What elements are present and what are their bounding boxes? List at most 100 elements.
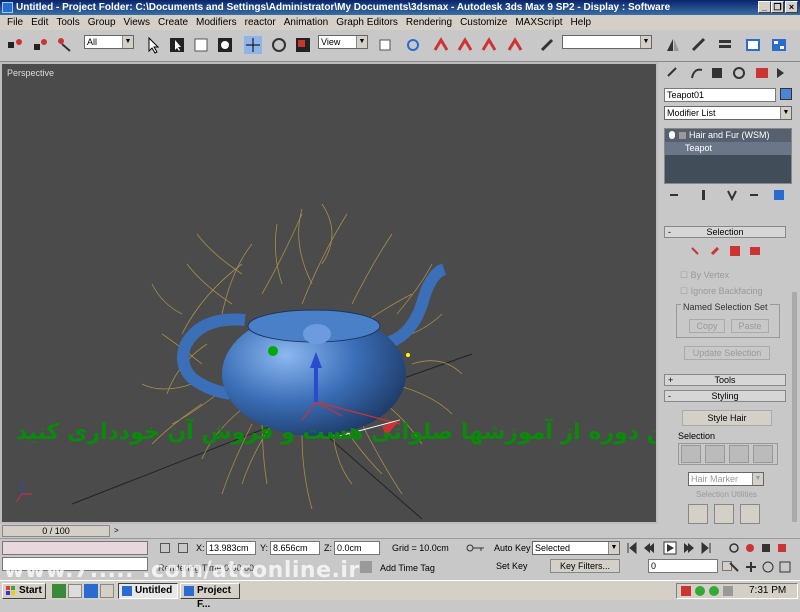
update-selection-button[interactable]: Update Selection [684, 346, 770, 360]
playback-controls[interactable] [626, 541, 718, 555]
absolute-mode-icon[interactable] [178, 543, 188, 553]
percent-snap-icon[interactable] [480, 36, 498, 54]
menu-group[interactable]: Group [84, 15, 120, 30]
menu-maxscript[interactable]: MAXScript [511, 15, 566, 30]
quick-launch-icon-1[interactable] [52, 584, 66, 598]
ignore-backfacing-checkbox[interactable]: ☐ Ignore Backfacing [680, 286, 763, 297]
manipulate-icon[interactable] [404, 36, 422, 54]
lock-selection-icon[interactable] [160, 543, 170, 553]
menu-help[interactable]: Help [567, 15, 596, 30]
tools-rollout-header[interactable]: + Tools [664, 374, 786, 386]
modifier-list-dropdown[interactable]: Modifier List ▼ [664, 106, 792, 120]
redo-icon[interactable] [32, 36, 50, 54]
next-frame-icon[interactable]: > [114, 526, 119, 535]
command-panel-tabs[interactable] [664, 64, 792, 82]
quick-launch-icon-2[interactable] [68, 584, 82, 598]
select-by-name-icon[interactable] [168, 36, 186, 54]
z-coordinate-field[interactable]: 0.0cm [334, 541, 380, 555]
curve-editor-icon[interactable] [744, 36, 762, 54]
select-object-icon[interactable] [144, 36, 162, 54]
y-coordinate-field[interactable]: 8.656cm [270, 541, 320, 555]
object-color-swatch[interactable] [780, 88, 792, 100]
time-tag-icon[interactable] [360, 561, 372, 573]
hair-marker-dropdown[interactable]: Hair Marker ▼ [688, 472, 764, 486]
named-selection-dropdown[interactable]: ▼ [562, 35, 652, 49]
key-filters-button[interactable]: Key Filters... [550, 559, 620, 573]
reference-coord-dropdown[interactable]: View ▼ [318, 35, 368, 49]
quick-launch-icon-4[interactable] [100, 584, 114, 598]
auto-key-button[interactable]: Auto Key [494, 543, 531, 553]
select-hair-button-2[interactable] [705, 445, 725, 463]
tray-icon-1[interactable] [681, 586, 691, 596]
volume-icon[interactable] [723, 586, 733, 596]
quick-launch-icon-3[interactable] [84, 584, 98, 598]
taskbar-task-project[interactable]: Project F... [180, 583, 240, 610]
select-and-move-icon[interactable] [244, 36, 262, 54]
key-mode-dropdown[interactable]: Selected ▼ [532, 541, 620, 555]
taskbar-task-untitled[interactable]: Untitled [118, 583, 178, 599]
time-slider-thumb[interactable]: 0 / 100 [2, 525, 110, 537]
object-name-field[interactable]: Teapot01 [664, 88, 776, 102]
align-icon[interactable] [690, 36, 708, 54]
set-key-button[interactable]: Set Key [496, 561, 528, 571]
window-crossing-icon[interactable] [216, 36, 234, 54]
start-button[interactable]: Start [2, 583, 46, 599]
styling-rollout-header[interactable]: - Styling [664, 390, 786, 402]
tray-icon-2[interactable] [695, 586, 705, 596]
pivot-center-icon[interactable] [376, 36, 394, 54]
menu-reactor[interactable]: reactor [241, 15, 280, 30]
select-and-link-icon[interactable] [56, 36, 74, 54]
menu-file[interactable]: File [3, 15, 27, 30]
paste-button[interactable]: Paste [731, 319, 769, 333]
command-panel-scrollbar[interactable] [792, 292, 797, 522]
expand-icon[interactable] [679, 132, 686, 139]
menu-animation[interactable]: Animation [280, 15, 332, 30]
rectangular-selection-icon[interactable] [192, 36, 210, 54]
menu-tools[interactable]: Tools [52, 15, 83, 30]
tray-icon-3[interactable] [709, 586, 719, 596]
snap-toggle-icon[interactable] [432, 36, 450, 54]
select-and-rotate-icon[interactable] [270, 36, 288, 54]
copy-button[interactable]: Copy [689, 319, 725, 333]
selection-rollout-header[interactable]: - Selection [664, 226, 786, 238]
by-vertex-checkbox[interactable]: ☐ By Vertex [680, 270, 729, 281]
schematic-view-icon[interactable] [770, 36, 788, 54]
layer-manager-icon[interactable] [716, 36, 734, 54]
maxscript-listener[interactable] [2, 541, 148, 555]
viewport-navigation-controls[interactable] [726, 541, 798, 577]
selection-utility-button-2[interactable] [714, 504, 734, 524]
select-hair-button-4[interactable] [753, 445, 773, 463]
key-icon[interactable] [466, 543, 486, 553]
selection-utility-button-3[interactable] [740, 504, 760, 524]
x-coordinate-field[interactable]: 13.983cm [206, 541, 256, 555]
modifier-stack[interactable]: Hair and Fur (WSM) Teapot [664, 128, 792, 184]
clock[interactable]: 7:31 PM [749, 584, 786, 598]
menu-views[interactable]: Views [120, 15, 155, 30]
selection-utility-button-1[interactable] [688, 504, 708, 524]
light-bulb-icon[interactable] [669, 131, 675, 139]
select-and-scale-icon[interactable] [294, 36, 312, 54]
close-icon[interactable]: × [785, 1, 798, 13]
menu-modifiers[interactable]: Modifiers [192, 15, 241, 30]
add-time-tag-button[interactable]: Add Time Tag [380, 563, 435, 573]
stack-item-hair-and-fur[interactable]: Hair and Fur (WSM) [665, 129, 791, 142]
menu-graph-editors[interactable]: Graph Editors [332, 15, 402, 30]
selection-filter-dropdown[interactable]: All ▼ [84, 35, 134, 49]
undo-icon[interactable] [6, 36, 24, 54]
menu-customize[interactable]: Customize [456, 15, 511, 30]
time-slider-track[interactable]: 0 / 100 > [0, 524, 660, 538]
stack-item-teapot[interactable]: Teapot [665, 142, 791, 155]
perspective-viewport[interactable]: Perspective این دوره از آموزشها صلواتی ه… [0, 62, 658, 524]
select-hair-button-1[interactable] [681, 445, 701, 463]
stack-tools[interactable] [664, 188, 792, 202]
menu-create[interactable]: Create [154, 15, 192, 30]
style-hair-button[interactable]: Style Hair [682, 410, 772, 426]
select-hair-button-3[interactable] [729, 445, 749, 463]
minimize-icon[interactable]: _ [758, 1, 771, 13]
sub-object-level-icons[interactable] [688, 244, 768, 258]
current-frame-field[interactable]: 0 [648, 559, 718, 573]
angle-snap-icon[interactable] [456, 36, 474, 54]
mirror-icon[interactable] [664, 36, 682, 54]
menu-edit[interactable]: Edit [27, 15, 52, 30]
menu-rendering[interactable]: Rendering [402, 15, 456, 30]
